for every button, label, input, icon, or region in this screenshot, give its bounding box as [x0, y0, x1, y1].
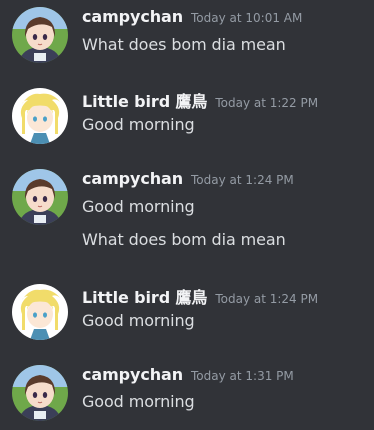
message-text: Good morning — [82, 197, 195, 216]
message-header: campychan Today at 1:24 PM — [82, 169, 294, 193]
timestamp[interactable]: Today at 10:01 AM — [191, 11, 302, 25]
avatar-campychan[interactable] — [12, 7, 68, 63]
message-header: Little bird 鷹鳥 Today at 1:22 PM — [82, 88, 318, 112]
timestamp[interactable]: Today at 1:22 PM — [215, 96, 318, 110]
avatar-campychan[interactable] — [12, 169, 68, 225]
message-header: campychan Today at 10:01 AM — [82, 7, 302, 31]
username[interactable]: campychan — [82, 7, 183, 26]
chat-message-list: campychan Today at 10:01 AM What does bom… — [0, 0, 374, 430]
timestamp[interactable]: Today at 1:24 PM — [191, 173, 294, 187]
timestamp[interactable]: Today at 1:31 PM — [191, 369, 294, 383]
message-header: Little bird 鷹鳥 Today at 1:24 PM — [82, 284, 318, 308]
avatar-little-bird[interactable] — [12, 88, 68, 144]
message-text: Good morning — [82, 311, 195, 330]
timestamp[interactable]: Today at 1:24 PM — [215, 292, 318, 306]
username[interactable]: campychan — [82, 169, 183, 188]
message-text: What does bom dia mean — [82, 35, 286, 54]
message-text: What does bom dia mean — [82, 230, 286, 249]
message-text: Good morning — [82, 115, 195, 134]
username[interactable]: Little bird 鷹鳥 — [82, 288, 207, 307]
username[interactable]: Little bird 鷹鳥 — [82, 92, 207, 111]
message-text: Good morning — [82, 392, 195, 411]
message-header: campychan Today at 1:31 PM — [82, 365, 294, 389]
avatar-campychan[interactable] — [12, 365, 68, 421]
username[interactable]: campychan — [82, 365, 183, 384]
avatar-little-bird[interactable] — [12, 284, 68, 340]
